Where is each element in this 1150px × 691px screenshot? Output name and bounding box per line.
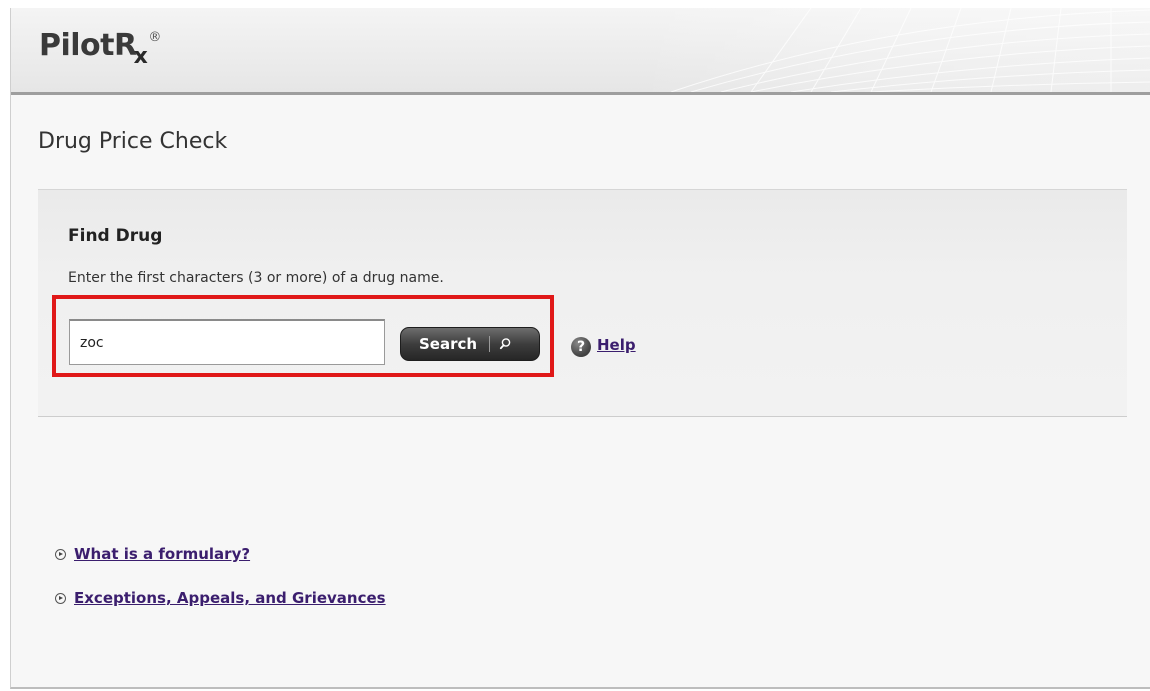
logo-registered-mark: ® xyxy=(148,30,161,45)
pilotrx-logo[interactable]: PilotRx® xyxy=(39,28,161,70)
page-title: Drug Price Check xyxy=(38,129,228,154)
header-grid-decoration xyxy=(631,8,1150,92)
magnifier-icon xyxy=(499,338,511,350)
formulary-link-row[interactable]: What is a formulary? xyxy=(55,545,250,563)
exceptions-link[interactable]: Exceptions, Appeals, and Grievances xyxy=(74,589,386,607)
circle-arrow-icon xyxy=(55,592,66,604)
circle-arrow-icon xyxy=(55,548,66,560)
exceptions-link-row[interactable]: Exceptions, Appeals, and Grievances xyxy=(55,589,386,607)
find-drug-title: Find Drug xyxy=(68,226,163,246)
help-link[interactable]: Help xyxy=(597,336,636,354)
logo-text: PilotR xyxy=(39,28,137,63)
drug-search-input[interactable] xyxy=(69,319,385,365)
button-separator xyxy=(489,336,491,352)
logo-x: x xyxy=(133,44,148,69)
find-drug-instructions: Enter the first characters (3 or more) o… xyxy=(68,270,444,286)
search-button[interactable]: Search xyxy=(400,327,540,361)
find-drug-panel: Find Drug Enter the first characters (3 … xyxy=(38,189,1127,417)
search-button-label: Search xyxy=(419,335,478,353)
page-frame: PilotRx® Drug Price Check Find Drug Ente… xyxy=(10,8,1150,689)
header-bar: PilotRx® xyxy=(11,8,1150,95)
question-icon[interactable]: ? xyxy=(571,337,591,357)
formulary-link[interactable]: What is a formulary? xyxy=(74,545,250,563)
